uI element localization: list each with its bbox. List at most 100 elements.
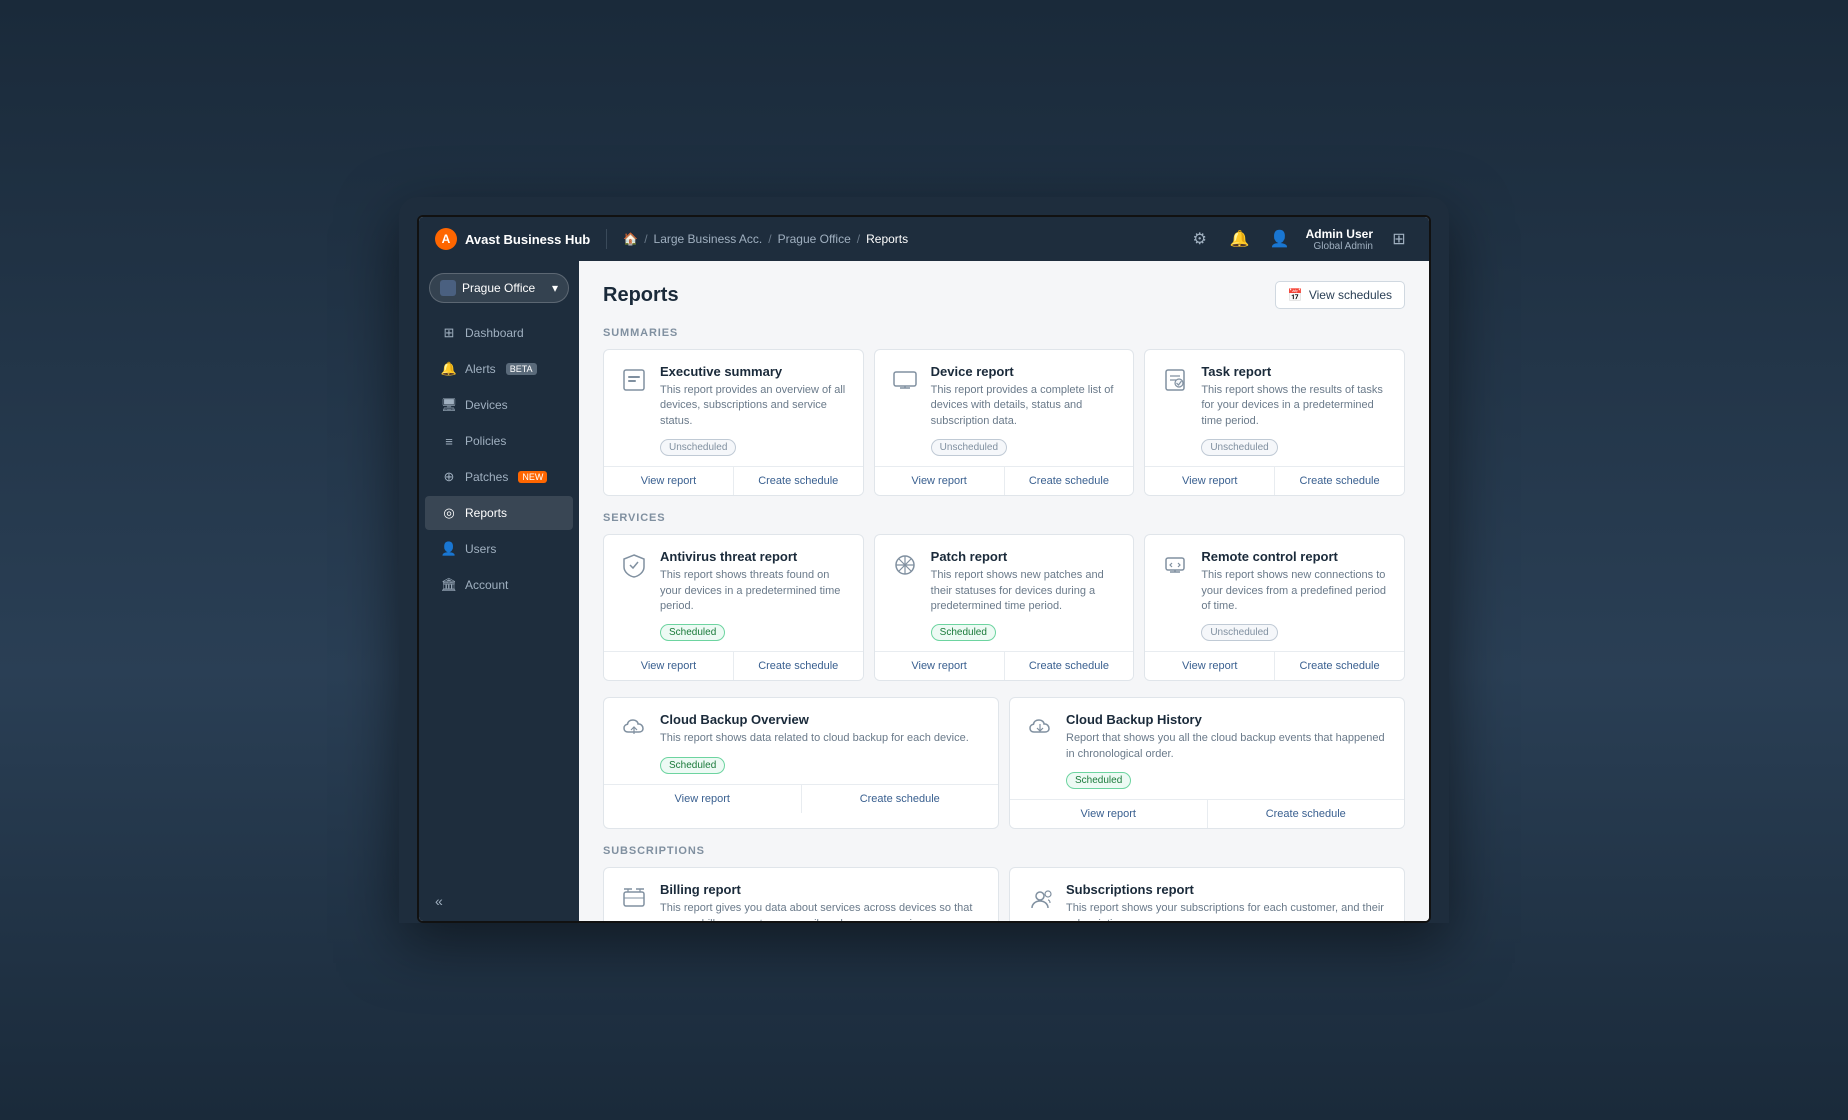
workspace-label: Prague Office — [462, 281, 535, 295]
card-footer: View report Create schedule — [604, 651, 863, 680]
card-footer: View report Create schedule — [604, 784, 998, 813]
sidebar: Prague Office ▾ ⊞ Dashboard 🔔 Alerts BET… — [419, 261, 579, 921]
avast-logo: A — [435, 228, 457, 250]
card-content: Device report This report provides a com… — [931, 364, 1120, 456]
status-badge: Scheduled — [1066, 772, 1131, 789]
breadcrumb-current: Reports — [866, 232, 908, 246]
sidebar-item-label: Account — [465, 578, 508, 592]
card-title: Device report — [931, 364, 1120, 379]
breadcrumb-item-2[interactable]: Prague Office — [778, 232, 851, 246]
create-schedule-button[interactable]: Create schedule — [1274, 467, 1404, 495]
subscriptions-grid: Billing report This report gives you dat… — [603, 867, 1405, 921]
app-grid-icon[interactable]: ⊞ — [1385, 225, 1413, 253]
sidebar-item-devices[interactable]: 🖥 Devices — [425, 388, 573, 422]
card-desc: This report shows new patches and their … — [931, 568, 1120, 614]
card-title: Cloud Backup Overview — [660, 712, 984, 727]
notifications-icon[interactable]: 🔔 — [1226, 225, 1254, 253]
services-section-label: SERVICES — [603, 512, 1405, 524]
sidebar-item-users[interactable]: 👤 Users — [425, 532, 573, 566]
workspace-selector[interactable]: Prague Office ▾ — [429, 273, 569, 303]
card-footer: View report Create schedule — [1010, 799, 1404, 828]
home-icon: 🏠 — [623, 232, 638, 246]
create-schedule-button[interactable]: Create schedule — [1004, 467, 1134, 495]
user-name: Admin User — [1306, 227, 1373, 241]
services-grid-row2: Cloud Backup Overview This report shows … — [603, 697, 1405, 829]
users-icon: 👤 — [441, 541, 457, 557]
cloud-backup-history-icon — [1024, 712, 1056, 744]
card-title: Subscriptions report — [1066, 882, 1390, 897]
status-badge: Unscheduled — [931, 439, 1007, 456]
view-report-button[interactable]: View report — [1010, 800, 1207, 828]
sidebar-item-label: Users — [465, 542, 496, 556]
executive-summary-icon — [618, 364, 650, 396]
sidebar-item-label: Reports — [465, 506, 507, 520]
view-report-button[interactable]: View report — [604, 652, 733, 680]
collapse-sidebar-button[interactable]: « — [429, 887, 449, 915]
chevron-down-icon: ▾ — [552, 281, 558, 295]
breadcrumb-item-1[interactable]: Large Business Acc. — [654, 232, 763, 246]
create-schedule-button[interactable]: Create schedule — [1004, 652, 1134, 680]
card-footer: View report Create schedule — [604, 466, 863, 495]
sidebar-item-label: Dashboard — [465, 326, 524, 340]
view-report-button[interactable]: View report — [875, 652, 1004, 680]
calendar-icon: 📅 — [1288, 288, 1303, 302]
view-report-button[interactable]: View report — [875, 467, 1004, 495]
sidebar-item-label: Devices — [465, 398, 508, 412]
card-body: Remote control report This report shows … — [1145, 535, 1404, 651]
device-report-card: Device report This report provides a com… — [874, 349, 1135, 496]
task-report-card: Task report This report shows the result… — [1144, 349, 1405, 496]
workspace-left: Prague Office — [440, 280, 535, 296]
create-schedule-button[interactable]: Create schedule — [733, 652, 863, 680]
card-body: Cloud Backup Overview This report shows … — [604, 698, 998, 783]
card-footer: View report Create schedule — [875, 651, 1134, 680]
new-badge: NEW — [518, 471, 547, 483]
create-schedule-button[interactable]: Create schedule — [733, 467, 863, 495]
card-content: Remote control report This report shows … — [1201, 549, 1390, 641]
card-body: Patch report This report shows new patch… — [875, 535, 1134, 651]
settings-icon[interactable]: ⚙ — [1186, 225, 1214, 253]
device-report-icon — [889, 364, 921, 396]
subscriptions-report-card: Subscriptions report This report shows y… — [1009, 867, 1405, 921]
summaries-grid: Executive summary This report provides a… — [603, 349, 1405, 496]
card-desc: Report that shows you all the cloud back… — [1066, 731, 1390, 762]
sidebar-item-account[interactable]: 🏛 Account — [425, 568, 573, 602]
create-schedule-button[interactable]: Create schedule — [1274, 652, 1404, 680]
create-schedule-button[interactable]: Create schedule — [801, 785, 999, 813]
card-desc: This report shows threats found on your … — [660, 568, 849, 614]
card-body: Billing report This report gives you dat… — [604, 868, 998, 921]
sidebar-item-label: Policies — [465, 434, 506, 448]
cloud-backup-history-card: Cloud Backup History Report that shows y… — [1009, 697, 1405, 829]
card-body: Cloud Backup History Report that shows y… — [1010, 698, 1404, 799]
card-body: Task report This report shows the result… — [1145, 350, 1404, 466]
card-desc: This report shows data related to cloud … — [660, 731, 984, 746]
card-desc: This report gives you data about service… — [660, 901, 984, 921]
card-title: Antivirus threat report — [660, 549, 849, 564]
remote-control-icon — [1159, 549, 1191, 581]
reports-icon: ◎ — [441, 505, 457, 521]
view-report-button[interactable]: View report — [1145, 467, 1274, 495]
sidebar-item-alerts[interactable]: 🔔 Alerts BETA — [425, 352, 573, 386]
sidebar-item-policies[interactable]: ≡ Policies — [425, 424, 573, 458]
sidebar-item-dashboard[interactable]: ⊞ Dashboard — [425, 316, 573, 350]
breadcrumb: 🏠 / Large Business Acc. / Prague Office … — [623, 232, 908, 246]
create-schedule-button[interactable]: Create schedule — [1207, 800, 1405, 828]
view-report-button[interactable]: View report — [1145, 652, 1274, 680]
remote-control-card: Remote control report This report shows … — [1144, 534, 1405, 681]
status-badge: Scheduled — [660, 757, 725, 774]
beta-badge: BETA — [506, 363, 537, 375]
user-avatar-icon[interactable]: 👤 — [1266, 225, 1294, 253]
antivirus-icon — [618, 549, 650, 581]
view-report-button[interactable]: View report — [604, 467, 733, 495]
subscriptions-section-label: SUBSCRIPTIONS — [603, 845, 1405, 857]
sidebar-item-patches[interactable]: ⊕ Patches NEW — [425, 460, 573, 494]
card-footer: View report Create schedule — [875, 466, 1134, 495]
user-info: Admin User Global Admin — [1306, 227, 1373, 252]
patch-report-card: Patch report This report shows new patch… — [874, 534, 1135, 681]
content-area: Reports 📅 View schedules SUMMARIES — [579, 261, 1429, 921]
sidebar-item-reports[interactable]: ◎ Reports — [425, 496, 573, 530]
card-title: Billing report — [660, 882, 984, 897]
view-schedules-button[interactable]: 📅 View schedules — [1275, 281, 1405, 309]
card-title: Remote control report — [1201, 549, 1390, 564]
task-report-icon — [1159, 364, 1191, 396]
view-report-button[interactable]: View report — [604, 785, 801, 813]
